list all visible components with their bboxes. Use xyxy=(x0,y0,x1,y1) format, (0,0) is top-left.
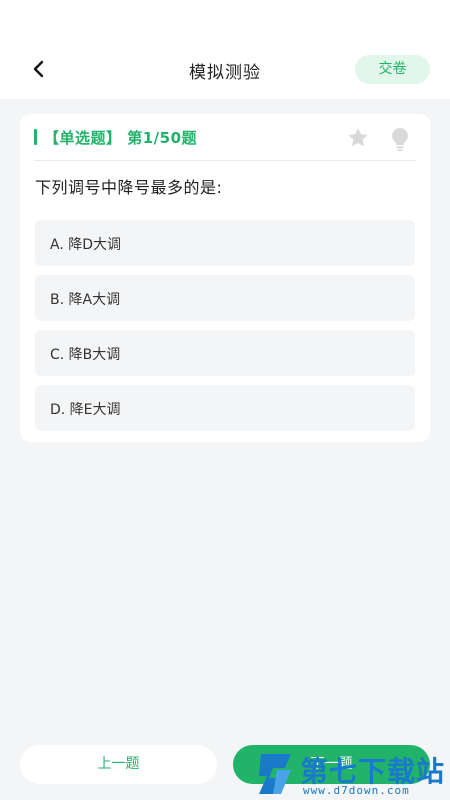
watermark-url: www.d7down.com xyxy=(303,784,410,797)
option-label: A. 降D大调 xyxy=(50,237,122,253)
option-a[interactable]: A. 降D大调 xyxy=(35,220,415,266)
question-type-label: 【单选题】 第1/50题 xyxy=(44,129,198,147)
submit-exam-button[interactable]: 交卷 xyxy=(355,55,430,84)
lightbulb-icon xyxy=(392,128,408,151)
site-watermark: 第七下载站 www.d7down.com xyxy=(255,748,450,800)
option-d[interactable]: D. 降E大调 xyxy=(35,385,415,431)
option-label: C. 降B大调 xyxy=(50,347,121,363)
favorite-button[interactable] xyxy=(345,126,371,150)
card-divider xyxy=(34,160,416,161)
option-label: D. 降E大调 xyxy=(50,402,121,418)
hint-button[interactable] xyxy=(388,126,412,152)
option-b[interactable]: B. 降A大调 xyxy=(35,275,415,321)
question-card: 【单选题】 第1/50题 下列调号中降号最多的是: A. 降D大调 B. 降A大… xyxy=(20,114,430,442)
watermark-logo-icon xyxy=(259,754,291,794)
top-bar: 模拟测验 交卷 xyxy=(0,0,450,99)
option-c[interactable]: C. 降B大调 xyxy=(35,330,415,376)
previous-question-button[interactable]: 上一题 xyxy=(20,745,217,784)
question-text: 下列调号中降号最多的是: xyxy=(35,178,223,197)
star-icon xyxy=(348,128,368,147)
option-label: B. 降A大调 xyxy=(50,292,121,308)
question-type-marker xyxy=(34,129,37,145)
